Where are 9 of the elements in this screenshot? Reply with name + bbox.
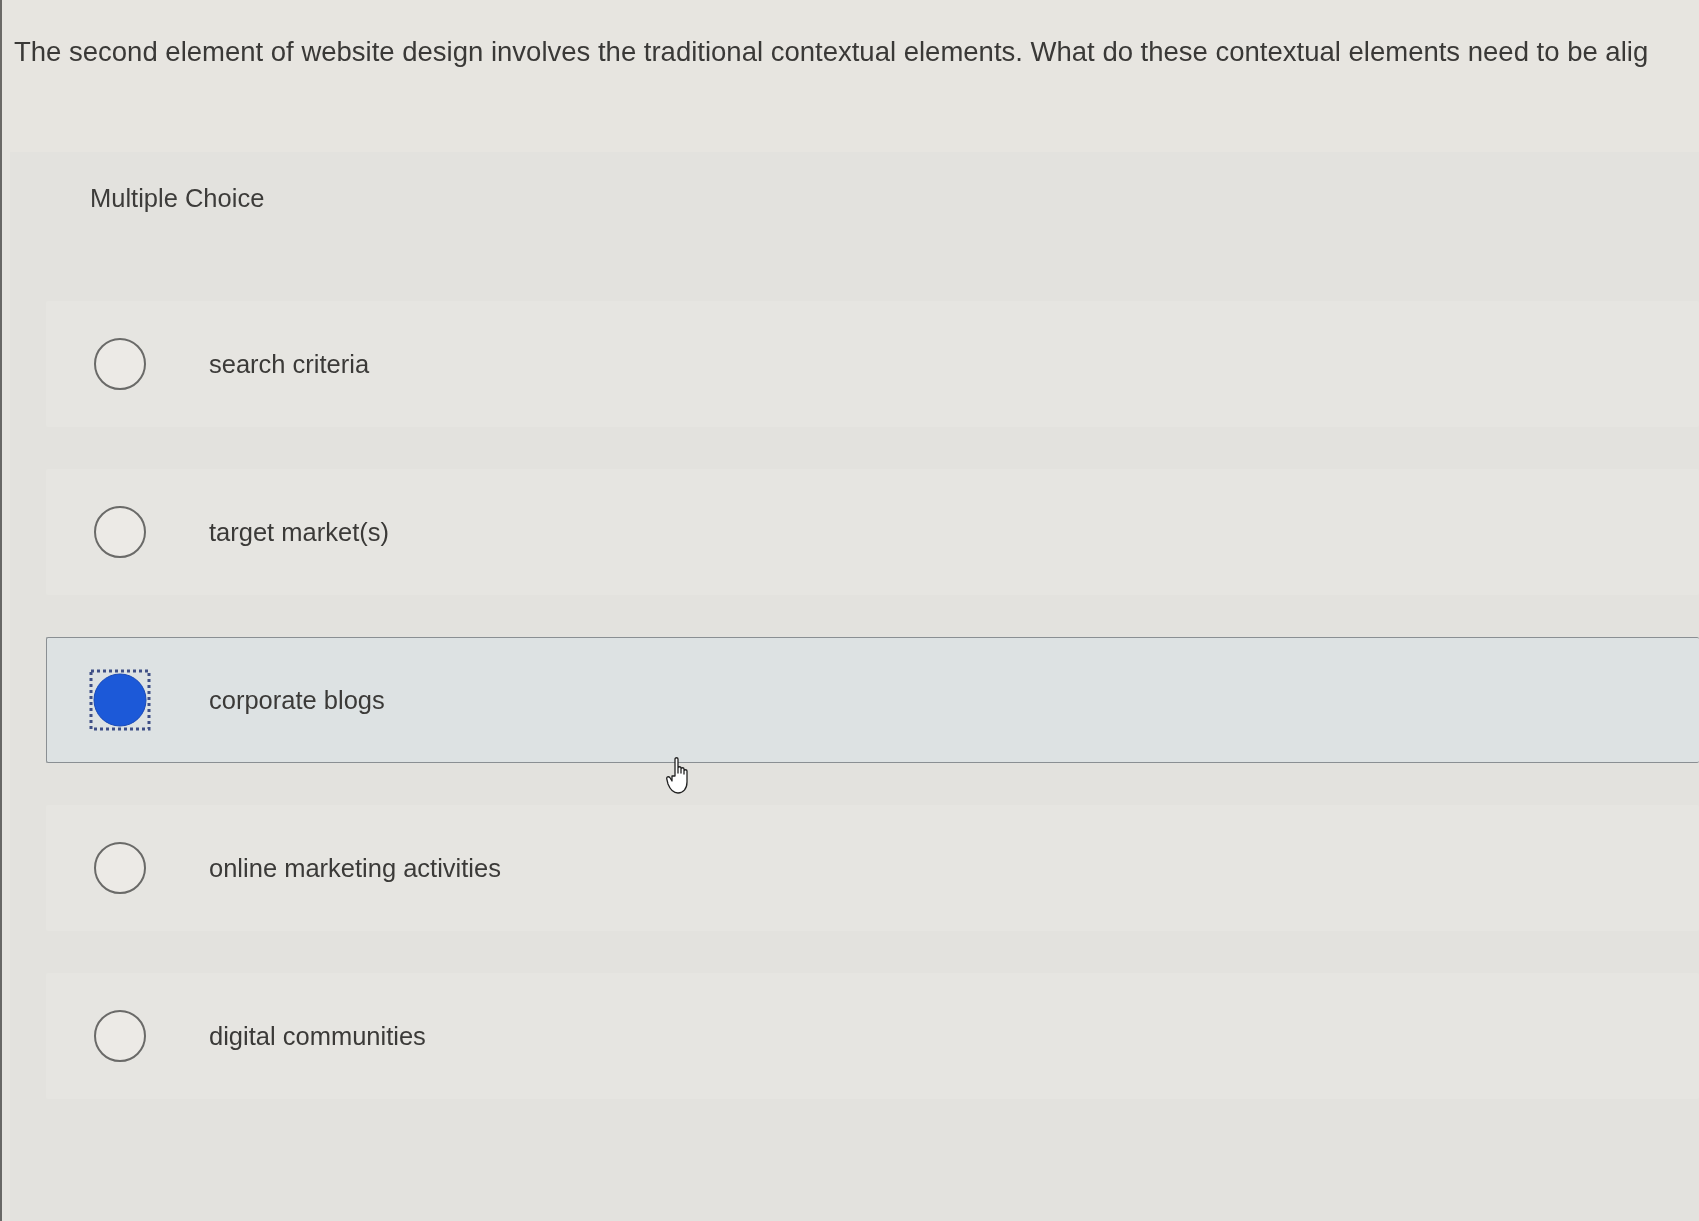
option-label: search criteria	[209, 349, 370, 379]
question-type-label: Multiple Choice	[90, 184, 265, 213]
option-label: target market(s)	[209, 517, 389, 547]
radio-button-selected[interactable]	[89, 669, 151, 731]
option-label: online marketing activities	[209, 853, 501, 883]
answer-option[interactable]: corporate blogs	[46, 637, 1699, 763]
option-label: digital communities	[209, 1021, 426, 1051]
option-label: corporate blogs	[209, 685, 385, 715]
question-text: The second element of website design involves the traditional contextual elements. What do these contextual elements need to be alig	[14, 36, 1650, 68]
